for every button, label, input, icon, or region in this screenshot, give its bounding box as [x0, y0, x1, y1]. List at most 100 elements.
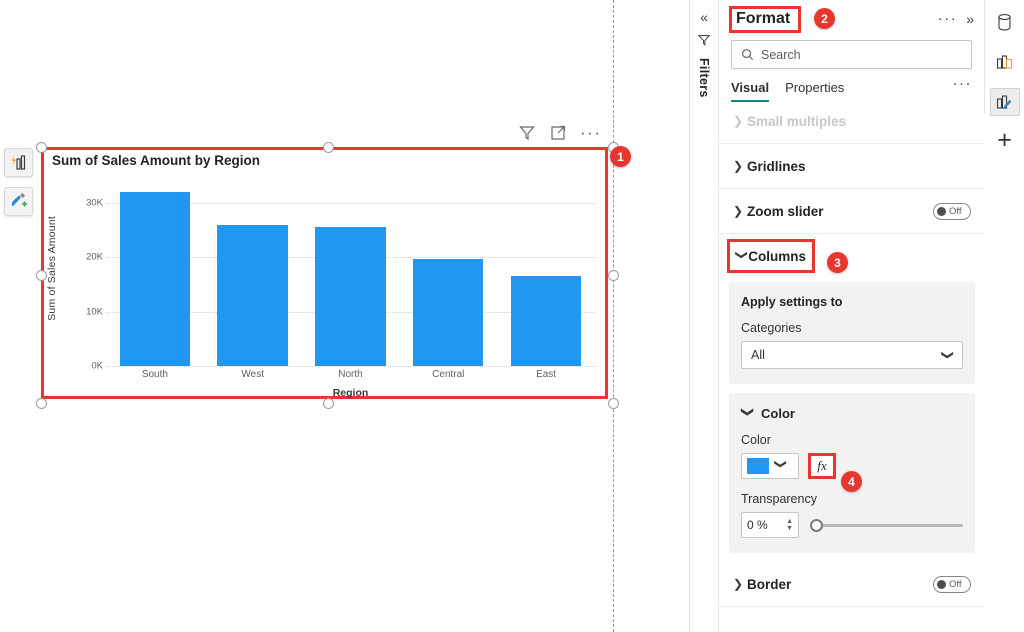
transparency-control-row: 0 % ▲ ▼	[741, 512, 963, 538]
step-marker-2: 2	[814, 8, 835, 29]
bar-west[interactable]	[217, 224, 288, 366]
transparency-label: Transparency	[741, 492, 817, 506]
build-visual-icon[interactable]	[990, 48, 1020, 76]
transparency-value: 0 %	[747, 518, 768, 532]
format-pane-tabs: Visual Properties ···	[731, 76, 973, 106]
categories-select[interactable]: All ❯	[741, 341, 963, 369]
focus-mode-icon[interactable]	[549, 124, 567, 142]
report-canvas: ··· Sum of Sales Amount by Region Sum of…	[0, 0, 690, 632]
chevron-right-icon: ❯	[733, 204, 744, 218]
resize-handle[interactable]	[323, 398, 334, 409]
color-subsection-label: Color	[761, 406, 795, 421]
floating-tool-group	[4, 148, 33, 216]
tabs-more-options-icon[interactable]: ···	[953, 76, 973, 91]
section-border[interactable]: ❯ Border Off	[719, 562, 985, 607]
pane-more-options-icon[interactable]: ···	[938, 11, 958, 26]
bar-slot	[404, 176, 492, 366]
step-marker-1: 1	[610, 146, 631, 167]
bar-south[interactable]	[119, 192, 191, 366]
y-tick-label: 0K	[91, 360, 103, 372]
x-tick-label: North	[338, 369, 363, 380]
bar-central[interactable]	[413, 258, 484, 366]
format-pane-header-actions: ··· »	[938, 11, 974, 27]
slider-thumb[interactable]	[810, 518, 823, 532]
section-columns[interactable]: ❯ Columns	[727, 239, 815, 273]
x-tick-label: West	[241, 369, 264, 380]
resize-handle[interactable]	[36, 270, 47, 281]
bar-series	[106, 176, 595, 366]
expand-pane-icon[interactable]: »	[966, 11, 974, 27]
chevron-down-icon: ❯	[741, 406, 755, 417]
data-icon[interactable]	[990, 8, 1020, 36]
toggle-knob	[937, 206, 946, 216]
format-brush-icon[interactable]	[4, 187, 33, 216]
more-options-icon[interactable]: ···	[580, 124, 601, 141]
format-pane-header: Format ··· »	[719, 0, 984, 38]
chevron-right-icon: ❯	[733, 114, 744, 128]
resize-handle[interactable]	[608, 270, 619, 281]
resize-handle[interactable]	[36, 142, 47, 153]
bar-north[interactable]	[315, 227, 386, 366]
collapse-filters-icon[interactable]: «	[700, 10, 708, 24]
transparency-stepper[interactable]: 0 % ▲ ▼	[741, 512, 799, 538]
x-tick-label: Central	[432, 369, 465, 380]
tab-visual[interactable]: Visual	[731, 80, 770, 102]
resize-handle[interactable]	[36, 398, 47, 409]
y-tick-label: 20K	[86, 251, 103, 263]
section-label: Gridlines	[747, 158, 806, 174]
toggle-knob	[937, 579, 946, 589]
visual-header-icons: ···	[518, 124, 601, 142]
power-bi-screen: ··· Sum of Sales Amount by Region Sum of…	[0, 0, 1024, 632]
section-label: Columns	[748, 248, 806, 264]
bar-slot	[111, 176, 199, 366]
slider-track	[820, 523, 963, 527]
bar-east[interactable]	[510, 275, 582, 366]
section-zoom-slider[interactable]: ❯ Zoom slider Off	[719, 189, 985, 234]
gridline	[106, 366, 595, 367]
bar-chart-visual[interactable]: Sum of Sales Amount by Region Sum of Sal…	[36, 142, 619, 409]
chevron-down-icon: ❯	[940, 349, 955, 361]
resize-handle[interactable]	[323, 142, 334, 153]
visualization-pane-rail: +	[985, 0, 1024, 632]
step-marker-4: 4	[841, 471, 862, 492]
format-visual-icon[interactable]	[989, 88, 1020, 116]
chevron-right-icon: ❯	[733, 577, 744, 591]
section-label: Zoom slider	[747, 203, 824, 219]
ai-insights-icon[interactable]	[4, 148, 33, 177]
search-input[interactable]: Search	[731, 40, 972, 69]
y-tick-label: 10K	[86, 306, 103, 318]
transparency-slider[interactable]	[810, 518, 963, 532]
chart-area: Sum of Sales Amount 0K 10K 20K 30K South…	[44, 176, 605, 399]
filters-pane-label: Filters	[697, 58, 711, 98]
visual-title: Sum of Sales Amount by Region	[52, 153, 261, 168]
filters-pane-collapsed[interactable]: « Filters	[690, 0, 719, 632]
add-icon[interactable]: +	[997, 128, 1012, 153]
border-toggle[interactable]: Off	[933, 575, 971, 593]
section-small-multiples[interactable]: ❯ Small multiples	[719, 114, 985, 144]
bar-slot	[209, 176, 297, 366]
categories-value: All	[751, 348, 765, 362]
apply-settings-heading: Apply settings to	[741, 295, 843, 309]
toggle-state-label: Off	[949, 578, 962, 590]
tab-properties[interactable]: Properties	[785, 80, 844, 100]
section-gridlines[interactable]: ❯ Gridlines	[719, 144, 985, 189]
color-picker[interactable]: ❯	[741, 453, 799, 479]
y-tick-label: 30K	[86, 197, 103, 209]
bar-slot	[502, 176, 590, 366]
zoom-slider-toggle[interactable]: Off	[933, 202, 971, 220]
x-tick-label: East	[536, 369, 557, 380]
color-swatch	[747, 458, 769, 474]
resize-handle[interactable]	[608, 398, 619, 409]
filter-icon[interactable]	[518, 124, 536, 142]
color-subsection-header[interactable]: ❯ Color	[741, 406, 963, 421]
y-axis-ticks: 0K 10K 20K 30K	[66, 176, 106, 372]
format-pane-title: Format	[729, 5, 802, 33]
conditional-formatting-fx-button[interactable]: fx	[808, 453, 836, 479]
search-icon	[742, 49, 754, 61]
format-pane: Format ··· » Search Visual Properties ··…	[719, 0, 985, 632]
section-label: Small multiples	[747, 114, 847, 129]
chevron-right-icon: ❯	[733, 159, 744, 173]
stepper-arrows[interactable]: ▲ ▼	[786, 518, 793, 532]
search-placeholder: Search	[761, 47, 801, 62]
categories-label: Categories	[741, 321, 802, 335]
